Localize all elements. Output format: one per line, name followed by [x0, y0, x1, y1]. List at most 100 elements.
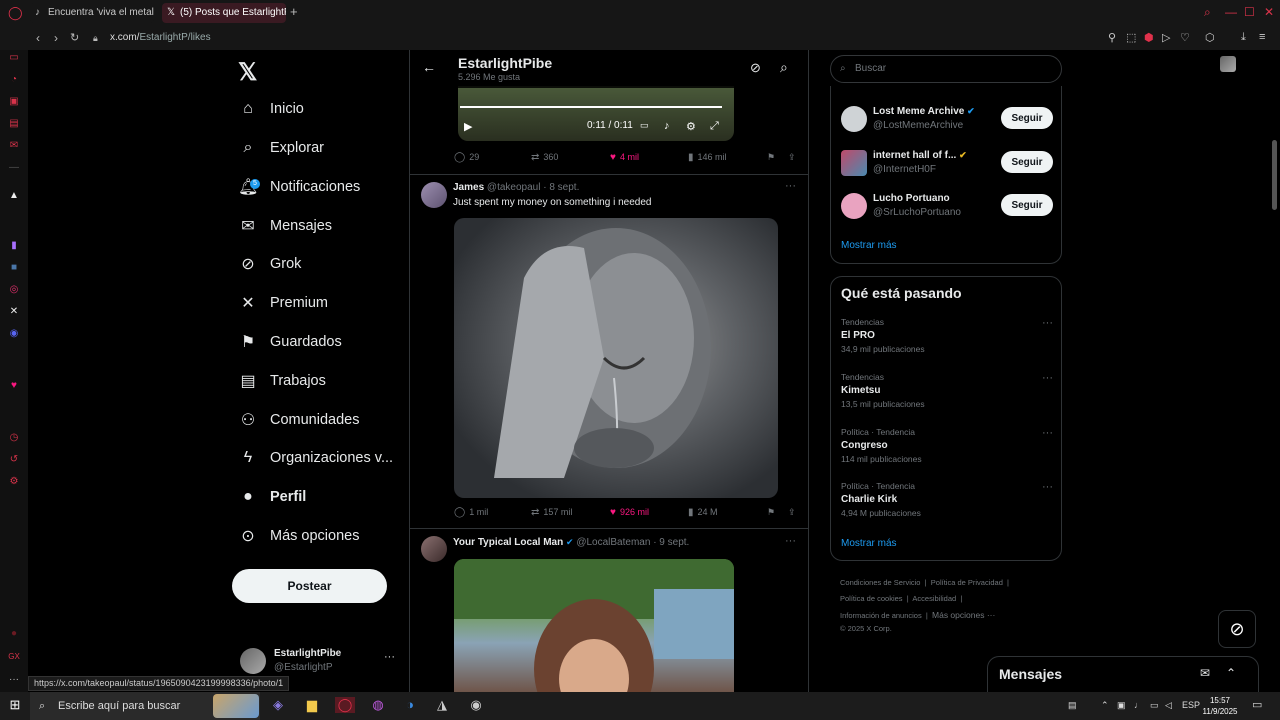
post-button[interactable]: Postear	[232, 569, 387, 603]
share-icon[interactable]: ⇪	[788, 507, 796, 518]
more-icon[interactable]: ···	[1042, 372, 1053, 384]
tray-app-icon[interactable]: ▣	[1117, 700, 1126, 711]
chevron-up-icon[interactable]: ⌃	[1101, 700, 1109, 711]
file-explorer-icon[interactable]: ▆	[302, 697, 322, 713]
bookmark-icon[interactable]: ⚑	[767, 152, 775, 163]
settings-icon[interactable]: ⚙	[7, 476, 21, 487]
new-message-icon[interactable]: ✉	[1200, 666, 1210, 680]
tweet-author[interactable]: Your Typical Local Man ✔ @LocalBateman ·…	[453, 537, 689, 548]
nav-bookmarks[interactable]: ⚑ Guardados	[238, 327, 342, 357]
clock-icon[interactable]: ◷	[7, 432, 21, 443]
search-icon[interactable]: ⌕	[780, 59, 788, 76]
reply-button[interactable]: ◯ 1 mil	[454, 507, 488, 518]
settings-icon[interactable]: ⚙	[686, 120, 696, 133]
close-icon[interactable]: ✕	[1264, 5, 1274, 19]
more-icon[interactable]: ···	[1042, 317, 1053, 329]
forward-icon[interactable]: ›	[54, 31, 58, 45]
footer-link[interactable]: Política de cookies	[840, 594, 903, 603]
follow-button[interactable]: Seguir	[1001, 151, 1053, 173]
mail-icon[interactable]: ✉	[7, 140, 21, 151]
repost-button[interactable]: ⇄ 157 mil	[531, 507, 572, 518]
grok-button[interactable]: ⊘	[1218, 610, 1256, 648]
video-progress-bar[interactable]	[460, 106, 722, 108]
nav-premium[interactable]: ✕ Premium	[238, 288, 328, 318]
trend-item[interactable]: Política · Tendencia Congreso 114 mil pu…	[841, 427, 1053, 471]
new-tab-icon[interactable]: +	[290, 4, 298, 19]
more-icon[interactable]: ···	[7, 674, 21, 685]
footer-link[interactable]: Política de Privacidad	[931, 578, 1003, 587]
browser-tab-x[interactable]: 𝕏 (5) Posts que EstarlightP	[162, 3, 286, 23]
show-more-link[interactable]: Mostrar más	[841, 240, 897, 251]
footer-more-link[interactable]: Más opciones ···	[932, 610, 995, 620]
back-arrow-icon[interactable]: ←	[422, 59, 436, 75]
fullscreen-icon[interactable]: ⤢	[710, 120, 719, 133]
extensions-icon[interactable]: ⬡	[1205, 31, 1215, 44]
more-icon[interactable]: ···	[1042, 427, 1053, 439]
trend-item[interactable]: Tendencias El PRO 34,9 mil publicaciones…	[841, 317, 1053, 361]
nav-home[interactable]: ⌂ Inicio	[238, 94, 304, 124]
back-icon[interactable]: ‹	[36, 31, 40, 45]
microphone-icon[interactable]: ♩	[1134, 700, 1143, 710]
messenger-icon[interactable]: ▭	[7, 52, 21, 63]
bookmark-icon[interactable]: ⚑	[767, 507, 775, 518]
more-icon[interactable]: ···	[785, 180, 796, 192]
pinboard-icon[interactable]: ●	[7, 628, 21, 639]
reply-button[interactable]: ◯ 29	[454, 152, 479, 163]
nav-grok[interactable]: ⊘ Grok	[238, 249, 301, 279]
messenger-app-icon[interactable]: ◍	[368, 697, 388, 713]
follow-suggestion[interactable]: Lost Meme Archive ✔ @LostMemeArchive Seg…	[841, 104, 1053, 134]
video-player[interactable]: ▶ 0:11 / 0:11 ▭ ♪ ⚙ ⤢	[458, 86, 734, 141]
history-icon[interactable]: ↺	[7, 454, 21, 465]
obs-icon[interactable]: ◉	[466, 697, 486, 713]
history-icon[interactable]: ◔	[7, 74, 21, 85]
messages-drawer[interactable]: Mensajes ✉ ⌃	[987, 656, 1259, 692]
footer-link[interactable]: Accesibilidad	[912, 594, 956, 603]
avatar[interactable]	[421, 182, 447, 208]
trend-item[interactable]: Tendencias Kimetsu 13,5 mil publicacione…	[841, 372, 1053, 416]
app-icon[interactable]: ◑	[400, 697, 420, 712]
show-more-link[interactable]: Mostrar más	[841, 538, 897, 549]
x-icon[interactable]: ✕	[7, 306, 21, 317]
play-icon[interactable]: ▷	[1162, 31, 1170, 44]
follow-suggestion[interactable]: internet hall of f... ✔ @InternetH0F Seg…	[841, 148, 1053, 178]
follow-suggestion[interactable]: Lucho Portuano @SrLuchoPortuano Seguir	[841, 191, 1053, 221]
footer-link[interactable]: Condiciones de Servicio	[840, 578, 920, 587]
follow-button[interactable]: Seguir	[1001, 107, 1053, 129]
scrollbar[interactable]	[1270, 50, 1280, 692]
nav-organizations[interactable]: ϟ Organizaciones v...	[238, 443, 393, 473]
opera-gx-icon[interactable]: ◯	[335, 697, 355, 713]
nav-more[interactable]: ⊙ Más opciones	[238, 521, 359, 551]
more-icon[interactable]: ···	[1042, 481, 1053, 493]
chat-icon[interactable]: ▤	[7, 118, 21, 129]
volume-icon[interactable]: ◁	[1165, 700, 1172, 711]
trend-item[interactable]: Política · Tendencia Charlie Kirk 4,94 M…	[841, 481, 1053, 525]
chevron-up-icon[interactable]: ⌃	[1226, 666, 1236, 680]
views-button[interactable]: ▮ 146 mil	[688, 152, 727, 163]
grok-icon[interactable]: ⊘	[750, 60, 761, 76]
wallet-icon[interactable]: ▣	[7, 96, 21, 107]
browser-tab-tiktok[interactable]: ♪ Encuentra 'viva el metal e	[30, 3, 154, 23]
download-icon[interactable]: ⤓	[1241, 31, 1246, 44]
keyboard-icon[interactable]: ▤	[1068, 700, 1077, 711]
nav-explore[interactable]: ⌕ Explorar	[238, 133, 324, 163]
clock[interactable]: 15:57 11/9/2025	[1200, 695, 1240, 717]
menu-icon[interactable]: ≡	[1259, 31, 1265, 43]
heart-icon[interactable]: ♥	[7, 380, 21, 391]
follow-button[interactable]: Seguir	[1001, 194, 1053, 216]
network-icon[interactable]: ▭	[1150, 700, 1159, 711]
reload-icon[interactable]: ↻	[70, 31, 79, 44]
tweet-author[interactable]: James @takeopaul · 8 sept.	[453, 182, 579, 193]
aria-icon[interactable]: ▲	[7, 190, 21, 201]
play-icon[interactable]: ▶	[464, 120, 472, 133]
snapshot-icon[interactable]: ⬚	[1126, 31, 1136, 44]
weather-widget-icon[interactable]	[213, 694, 259, 718]
nav-messages[interactable]: ✉ Mensajes	[238, 211, 332, 241]
x-logo-icon[interactable]: 𝕏	[238, 58, 257, 87]
heart-icon[interactable]: ♡	[1180, 31, 1190, 44]
opera-logo-icon[interactable]: ◯	[8, 5, 23, 21]
search-icon[interactable]: ⌕	[1204, 5, 1211, 20]
copilot-icon[interactable]: ◈	[268, 697, 288, 713]
like-button[interactable]: ♥ 4 mil	[610, 152, 639, 163]
browser-profile-avatar[interactable]	[1220, 56, 1236, 72]
share-icon[interactable]: ⇪	[788, 152, 796, 163]
